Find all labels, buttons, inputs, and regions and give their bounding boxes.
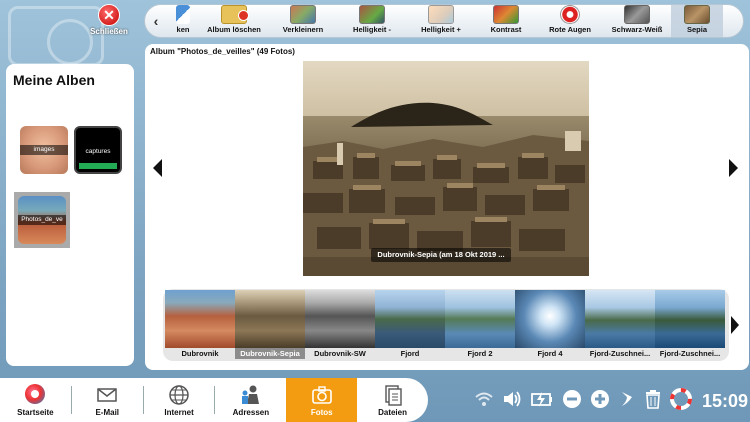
camera-icon: [310, 384, 334, 406]
photo-viewer-panel: Album "Photos_de_veilles" (49 Fotos) Dub…: [145, 44, 749, 370]
taskbar-item-label: E-Mail: [95, 407, 120, 417]
globe-icon: [167, 384, 191, 406]
toolbar-item-shrink[interactable]: Verkleinern: [269, 5, 337, 37]
brightness-up-icon: [428, 5, 454, 24]
filmstrip-thumb-fjord-2[interactable]: [445, 290, 515, 348]
toolbar-item-contrast[interactable]: Kontrast: [475, 5, 537, 37]
toolbar-item-label: Schwarz-Weiß: [611, 25, 663, 34]
album-item-label: Photos_de_ve: [18, 215, 66, 225]
zoom-out-icon[interactable]: [562, 389, 582, 414]
filmstrip-thumb-fjord-crop-2[interactable]: [655, 290, 725, 348]
toolbar-item-label: Sepia: [686, 25, 707, 34]
toolbar-item-label: Rote Augen: [549, 25, 591, 34]
toolbar-item-label: Verkleinern: [282, 25, 324, 34]
taskbar-item-internet[interactable]: Internet: [144, 378, 215, 422]
toolbar-scroll-left-button[interactable]: ‹: [145, 5, 167, 37]
folder-delete-icon: [221, 5, 249, 24]
filmstrip-thumb-dubrovnik[interactable]: [165, 290, 235, 348]
toolbar-item-partial[interactable]: ken: [167, 5, 199, 37]
toolbar-item-brightness-up[interactable]: Helligkeit +: [407, 5, 475, 37]
filmstrip-label: Fjord 2: [467, 349, 493, 358]
filmstrip-thumb-fjord[interactable]: [375, 290, 445, 348]
partial-icon: [176, 5, 190, 24]
taskbar-item-label: Startseite: [17, 407, 54, 417]
volume-icon[interactable]: [502, 389, 522, 414]
close-button[interactable]: ✕ Schließen: [86, 4, 132, 38]
taskbar-item-adressen[interactable]: Adressen: [215, 378, 286, 422]
zoom-in-icon[interactable]: [590, 389, 610, 414]
album-item-captures[interactable]: captures: [74, 126, 122, 174]
taskbar-item-label: Dateien: [378, 407, 407, 417]
taskbar-item-fotos[interactable]: Fotos: [286, 378, 358, 422]
toolbar-item-label: Kontrast: [490, 25, 522, 34]
battery-charging-icon[interactable]: [530, 389, 554, 414]
edit-toolbar: ‹ ken Album löschen Verkleinern Helligke…: [144, 4, 744, 38]
album-item-photos-de-veilles[interactable]: Photos_de_ve: [18, 196, 66, 244]
taskbar-item-email[interactable]: E-Mail: [72, 378, 143, 422]
contrast-icon: [493, 5, 519, 24]
filmstrip-label: Dubrovnik: [181, 349, 219, 358]
filmstrip-label: Dubrovnik-SW: [314, 349, 366, 358]
album-item-images[interactable]: images: [20, 126, 68, 174]
toolbar-item-label: Album löschen: [207, 25, 261, 34]
toolbar-item-black-white[interactable]: Schwarz-Weiß: [603, 5, 671, 37]
filmstrip-label: Fjord-Zuschnei...: [659, 349, 721, 358]
taskbar-item-label: Fotos: [310, 407, 333, 417]
toolbar-item-sepia[interactable]: Sepia: [671, 5, 723, 37]
albums-title: Meine Alben: [13, 72, 95, 88]
brightness-down-icon: [359, 5, 385, 24]
shrink-icon: [290, 5, 316, 24]
filmstrip-thumb-dubrovnik-sw[interactable]: [305, 290, 375, 348]
album-item-label: images: [20, 145, 68, 155]
filmstrip-label: Fjord: [400, 349, 420, 358]
filmstrip-next-button[interactable]: [731, 316, 739, 334]
photo-caption: Dubrovnik-Sepia (am 18 Okt 2019 ...: [371, 248, 511, 262]
close-icon: ✕: [98, 4, 120, 26]
albums-panel: Meine Alben images captures Photos_de_ve: [6, 64, 134, 366]
next-photo-button[interactable]: [729, 159, 738, 177]
filmstrip-thumb-dubrovnik-sepia[interactable]: [235, 290, 305, 348]
toolbar-item-brightness-down[interactable]: Helligkeit -: [337, 5, 407, 37]
red-eye-icon: [560, 5, 580, 24]
clock: 15:09: [702, 390, 749, 411]
sepia-icon: [684, 5, 710, 24]
black-white-icon: [624, 5, 650, 24]
album-item-label: captures: [85, 148, 111, 155]
filmstrip-label: Dubrovnik-Sepia: [235, 348, 305, 359]
filmstrip-label: Fjord-Zuschnei...: [589, 349, 651, 358]
taskbar-item-startseite[interactable]: Startseite: [0, 378, 71, 422]
system-tray: 15:09: [474, 386, 748, 416]
contacts-icon: [239, 384, 263, 406]
home-logo-icon: [23, 383, 47, 406]
trash-icon[interactable]: [644, 389, 662, 414]
filmstrip-thumb-fjord-crop-1[interactable]: [585, 290, 655, 348]
toolbar-item-label: Helligkeit +: [421, 25, 461, 34]
filmstrip-label: Fjord 4: [537, 349, 563, 358]
close-label: Schließen: [90, 27, 128, 36]
main-photo: [303, 61, 589, 276]
taskbar-item-label: Internet: [164, 407, 194, 417]
filmstrip-thumb-fjord-4[interactable]: [515, 290, 585, 348]
toolbar-item-label: ken: [176, 25, 190, 34]
previous-photo-button[interactable]: [153, 159, 162, 177]
sepia-city-photo: [303, 61, 589, 276]
toolbar-item-red-eye[interactable]: Rote Augen: [537, 5, 603, 37]
taskbar-item-label: Adressen: [232, 407, 270, 417]
toolbar-item-delete-album[interactable]: Album löschen: [199, 5, 269, 37]
undo-icon[interactable]: [618, 389, 636, 414]
files-icon: [381, 384, 405, 406]
toolbar-item-label: Helligkeit -: [353, 25, 391, 34]
help-lifebuoy-icon[interactable]: [670, 387, 692, 415]
wifi-icon[interactable]: [474, 390, 494, 413]
envelope-icon: [95, 384, 119, 406]
taskbar-item-dateien[interactable]: Dateien: [357, 378, 428, 422]
album-header: Album "Photos_de_veilles" (49 Fotos): [150, 47, 295, 56]
taskbar: Startseite E-Mail Internet Adressen Foto…: [0, 378, 428, 422]
